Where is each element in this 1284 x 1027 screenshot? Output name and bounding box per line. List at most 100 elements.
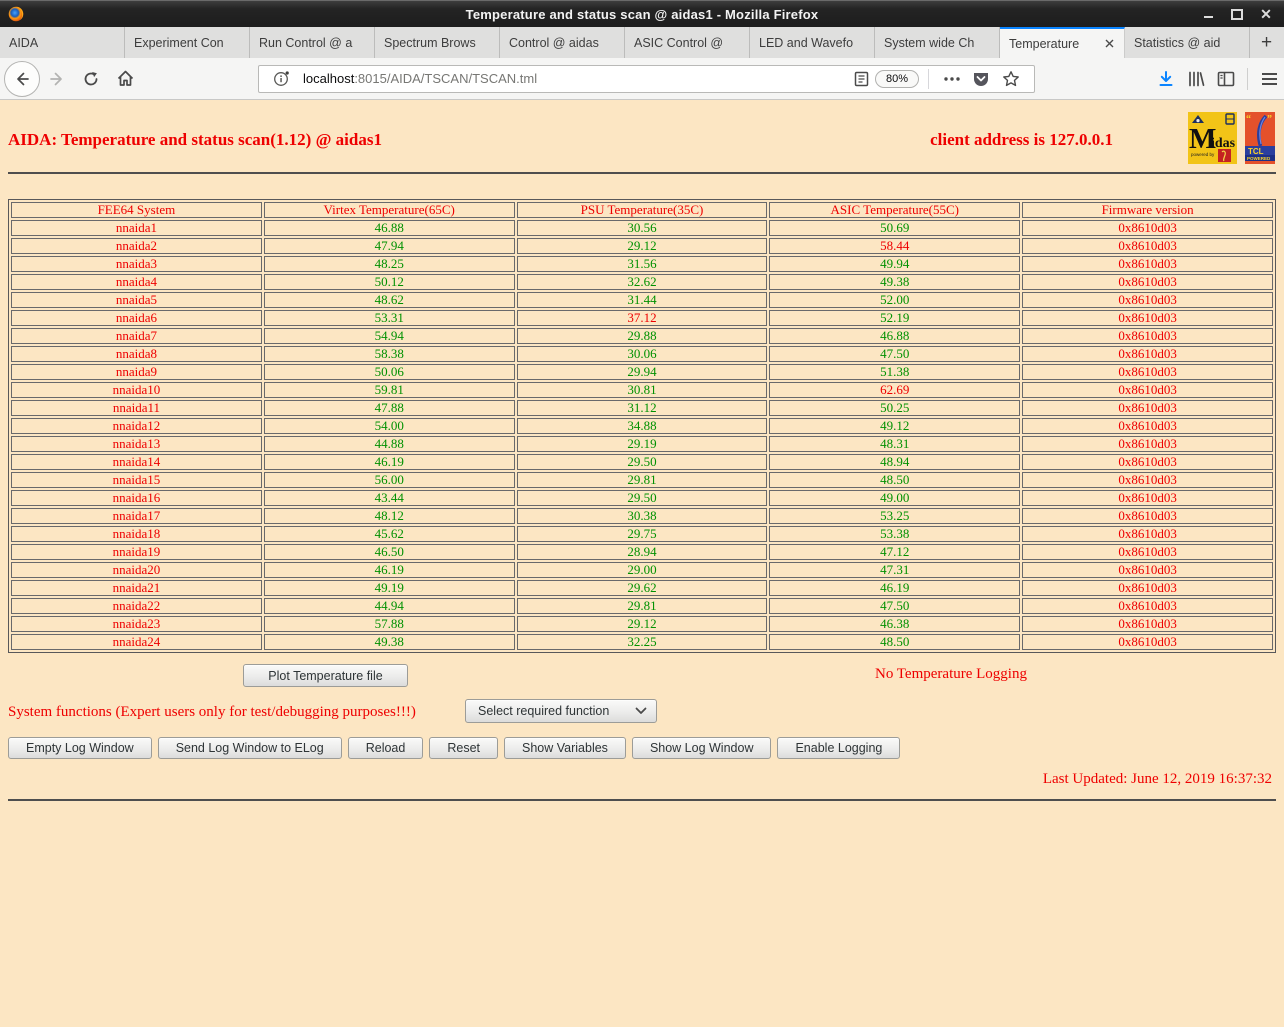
psu-temp-cell: 32.25 xyxy=(516,634,768,650)
tab-close-icon[interactable] xyxy=(1104,38,1115,49)
table-row: nnaida14 46.19 29.50 48.94 0x8610d03 xyxy=(11,454,1273,470)
url-text[interactable]: localhost:8015/AIDA/TSCAN/TSCAN.tml xyxy=(303,71,848,86)
psu-temp-cell: 29.75 xyxy=(516,526,768,542)
fee64-system-cell: nnaida23 xyxy=(11,616,262,632)
site-info-icon[interactable] xyxy=(273,70,290,87)
action-button-reload[interactable]: Reload xyxy=(347,737,424,759)
asic-temp-cell: 46.38 xyxy=(769,616,1021,632)
tcl-powered-logo[interactable]: “ ” TCL POWERED xyxy=(1245,112,1275,169)
browser-tab[interactable]: System wide Ch xyxy=(875,27,1000,58)
asic-temp-cell: 50.25 xyxy=(769,400,1021,416)
home-icon[interactable] xyxy=(110,64,140,94)
svg-text:POWERED: POWERED xyxy=(1247,156,1271,161)
browser-tab[interactable]: LED and Wavefo xyxy=(750,27,875,58)
temperature-table-body: nnaida1 46.88 30.56 50.69 0x8610d03 nnaida2 47… xyxy=(11,220,1273,650)
page-title: AIDA: Temperature and status scan(1.12) … xyxy=(8,130,382,149)
firmware-cell: 0x8610d03 xyxy=(1022,418,1273,434)
asic-temp-cell: 50.69 xyxy=(769,220,1021,236)
function-select-value: Select required function xyxy=(478,704,610,718)
action-button-show-log-window[interactable]: Show Log Window xyxy=(631,737,772,759)
table-row: nnaida16 43.44 29.50 49.00 0x8610d03 xyxy=(11,490,1273,506)
system-functions-label: System functions (Expert users only for … xyxy=(8,704,416,720)
svg-text:idas: idas xyxy=(1211,136,1236,151)
zoom-level-badge[interactable]: 80% xyxy=(874,69,919,88)
page-content: AIDA: Temperature and status scan(1.12) … xyxy=(0,100,1284,1027)
midas-logo[interactable]: M idas powered by xyxy=(1188,112,1237,169)
downloads-icon[interactable] xyxy=(1151,64,1181,94)
fee64-system-cell: nnaida9 xyxy=(11,364,262,380)
tab-label: Run Control @ a xyxy=(259,35,353,50)
asic-temp-cell: 48.50 xyxy=(769,472,1021,488)
psu-temp-cell: 29.81 xyxy=(516,472,768,488)
psu-temp-cell: 29.88 xyxy=(516,328,768,344)
back-button[interactable] xyxy=(4,60,40,97)
divider xyxy=(8,799,1276,801)
action-button-send-log-window-to-elog[interactable]: Send Log Window to ELog xyxy=(157,737,342,759)
browser-tab[interactable]: Statistics @ aid xyxy=(1125,27,1250,58)
plot-temperature-button[interactable]: Plot Temperature file xyxy=(243,664,408,687)
fee64-system-cell: nnaida6 xyxy=(11,310,262,326)
svg-text:”: ” xyxy=(1267,114,1272,125)
action-button-reset[interactable]: Reset xyxy=(429,737,498,759)
url-bar[interactable]: localhost:8015/AIDA/TSCAN/TSCAN.tml 80% xyxy=(258,64,1035,93)
table-row: nnaida23 57.88 29.12 46.38 0x8610d03 xyxy=(11,616,1273,632)
browser-tab[interactable]: Spectrum Brows xyxy=(375,27,500,58)
firefox-icon xyxy=(8,6,24,22)
browser-tab[interactable]: Run Control @ a xyxy=(250,27,375,58)
firmware-cell: 0x8610d03 xyxy=(1022,310,1273,326)
page-actions-icon[interactable] xyxy=(944,76,960,81)
asic-temp-cell: 48.31 xyxy=(769,436,1021,452)
sidebar-toggle-icon[interactable] xyxy=(1211,64,1241,94)
virtex-temp-cell: 47.94 xyxy=(263,238,515,254)
minimize-button[interactable] xyxy=(1202,8,1214,20)
new-tab-button[interactable]: + xyxy=(1250,27,1283,58)
chevron-down-icon xyxy=(635,707,647,715)
table-row: nnaida8 58.38 30.06 47.50 0x8610d03 xyxy=(11,346,1273,362)
firmware-cell: 0x8610d03 xyxy=(1022,634,1273,650)
reader-mode-icon[interactable] xyxy=(854,71,869,87)
browser-tab[interactable]: ASIC Control @ xyxy=(625,27,750,58)
pocket-icon[interactable] xyxy=(972,70,990,88)
asic-temp-cell: 48.94 xyxy=(769,454,1021,470)
library-icon[interactable] xyxy=(1181,64,1211,94)
menu-hamburger-icon[interactable] xyxy=(1254,64,1284,94)
action-button-enable-logging[interactable]: Enable Logging xyxy=(777,737,901,759)
firmware-cell: 0x8610d03 xyxy=(1022,382,1273,398)
browser-tab[interactable]: Control @ aidas xyxy=(500,27,625,58)
psu-temp-cell: 29.00 xyxy=(516,562,768,578)
bookmark-star-icon[interactable] xyxy=(1002,70,1020,88)
forward-button[interactable] xyxy=(42,64,72,94)
fee64-system-cell: nnaida12 xyxy=(11,418,262,434)
function-select-dropdown[interactable]: Select required function xyxy=(465,699,657,723)
action-button-show-variables[interactable]: Show Variables xyxy=(504,737,626,759)
table-row: nnaida6 53.31 37.12 52.19 0x8610d03 xyxy=(11,310,1273,326)
navigation-toolbar: localhost:8015/AIDA/TSCAN/TSCAN.tml 80% xyxy=(0,58,1284,100)
tab-label: Statistics @ aid xyxy=(1134,35,1221,50)
browser-tab[interactable]: Temperature xyxy=(1000,27,1125,58)
firmware-cell: 0x8610d03 xyxy=(1022,238,1273,254)
firmware-cell: 0x8610d03 xyxy=(1022,616,1273,632)
maximize-button[interactable] xyxy=(1231,8,1243,20)
asic-temp-cell: 47.50 xyxy=(769,346,1021,362)
reload-icon[interactable] xyxy=(76,64,106,94)
table-row: nnaida13 44.88 29.19 48.31 0x8610d03 xyxy=(11,436,1273,452)
asic-temp-cell: 48.50 xyxy=(769,634,1021,650)
fee64-system-cell: nnaida11 xyxy=(11,400,262,416)
firmware-cell: 0x8610d03 xyxy=(1022,346,1273,362)
virtex-temp-cell: 57.88 xyxy=(263,616,515,632)
asic-temp-cell: 52.00 xyxy=(769,292,1021,308)
virtex-temp-cell: 50.06 xyxy=(263,364,515,380)
table-row: nnaida9 50.06 29.94 51.38 0x8610d03 xyxy=(11,364,1273,380)
close-button[interactable]: ✕ xyxy=(1260,7,1272,21)
fee64-system-cell: nnaida19 xyxy=(11,544,262,560)
table-row: nnaida17 48.12 30.38 53.25 0x8610d03 xyxy=(11,508,1273,524)
action-button-row: Empty Log Window Send Log Window to ELog R… xyxy=(8,737,901,759)
action-button-empty-log-window[interactable]: Empty Log Window xyxy=(8,737,152,759)
firmware-cell: 0x8610d03 xyxy=(1022,328,1273,344)
firmware-cell: 0x8610d03 xyxy=(1022,544,1273,560)
fee64-system-cell: nnaida7 xyxy=(11,328,262,344)
browser-tab[interactable]: Experiment Con xyxy=(125,27,250,58)
firmware-cell: 0x8610d03 xyxy=(1022,400,1273,416)
logo-group: M idas powered by “ ” TCL POWERED xyxy=(1188,112,1275,169)
browser-tab[interactable]: AIDA xyxy=(0,27,125,58)
